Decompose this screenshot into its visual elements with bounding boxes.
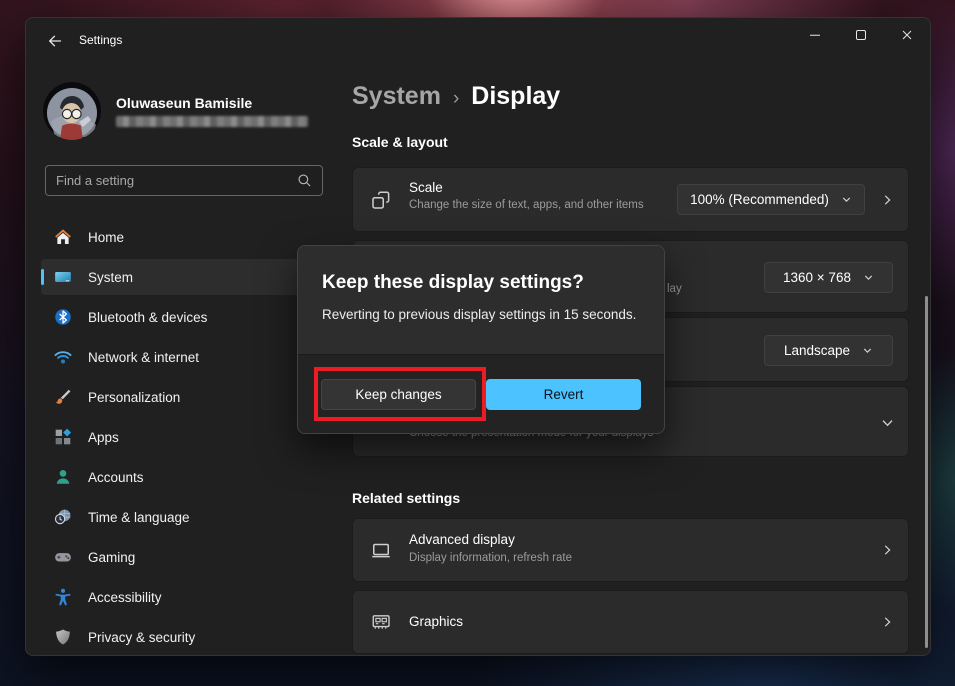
sidebar-item-network-internet[interactable]: Network & internet xyxy=(41,339,337,375)
advanced-display-card[interactable]: Advanced display Display information, re… xyxy=(352,518,909,582)
resolution-description-fragment: lay xyxy=(667,283,682,295)
minimize-button[interactable] xyxy=(792,18,838,52)
sidebar-item-label: Privacy & security xyxy=(88,629,196,645)
orientation-dropdown[interactable]: Landscape xyxy=(764,335,893,366)
close-button[interactable] xyxy=(884,18,930,52)
vertical-scrollbar[interactable] xyxy=(925,296,928,648)
network-icon xyxy=(54,348,72,366)
breadcrumb-separator-icon: › xyxy=(452,88,460,109)
accessibility-icon xyxy=(54,588,72,606)
section-related-settings: Related settings xyxy=(352,490,461,506)
sidebar-item-label: Accessibility xyxy=(88,589,162,605)
redacted-email xyxy=(116,116,308,127)
orientation-dropdown-value: Landscape xyxy=(783,343,851,358)
window-title: Settings xyxy=(79,33,123,47)
advanced-display-description: Display information, refresh rate xyxy=(409,552,572,564)
scale-description: Change the size of text, apps, and other… xyxy=(409,199,644,211)
personalization-icon xyxy=(54,388,72,406)
sidebar-item-apps[interactable]: Apps xyxy=(41,419,337,455)
chevron-right-icon xyxy=(880,615,894,629)
search-input[interactable] xyxy=(56,173,297,188)
sidebar-item-label: Accounts xyxy=(88,469,144,485)
graphics-card[interactable]: Graphics xyxy=(352,590,909,654)
chevron-down-icon xyxy=(841,194,852,205)
chevron-right-icon xyxy=(880,193,894,207)
search-icon xyxy=(297,173,312,188)
resolution-dropdown-value: 1360 × 768 xyxy=(783,270,851,285)
minimize-icon xyxy=(807,27,823,43)
sidebar-item-time-language[interactable]: Time & language xyxy=(41,499,337,535)
apps-icon xyxy=(54,428,72,446)
revert-button[interactable]: Revert xyxy=(486,378,641,410)
profile-name: Oluwaseun Bamisile xyxy=(116,95,253,111)
sidebar-item-label: Bluetooth & devices xyxy=(88,309,208,325)
breadcrumb: System › Display xyxy=(352,82,560,111)
chevron-right-icon xyxy=(880,543,894,557)
scale-card[interactable]: Scale Change the size of text, apps, and… xyxy=(352,167,909,232)
page-title: Display xyxy=(471,82,561,110)
titlebar: Settings xyxy=(26,18,930,64)
sidebar-item-label: Gaming xyxy=(88,549,136,565)
chevron-down-icon[interactable] xyxy=(880,415,894,429)
sidebar-item-label: Home xyxy=(88,229,125,245)
sidebar-item-home[interactable]: Home xyxy=(41,219,337,255)
sidebar-item-system[interactable]: System xyxy=(41,259,337,295)
sidebar-item-personalization[interactable]: Personalization xyxy=(41,379,337,415)
gaming-icon xyxy=(54,548,72,566)
back-button[interactable] xyxy=(40,26,70,56)
chevron-down-icon xyxy=(862,345,873,356)
graphics-card-icon xyxy=(371,612,391,632)
time-language-icon xyxy=(54,508,72,526)
accounts-icon xyxy=(54,468,72,486)
bluetooth-icon xyxy=(54,308,72,326)
search-box[interactable] xyxy=(45,165,323,196)
sidebar-item-label: System xyxy=(88,269,134,285)
resolution-dropdown[interactable]: 1360 × 768 xyxy=(764,262,893,293)
dialog-content: Keep these display settings? Reverting t… xyxy=(298,246,664,354)
sidebar-item-accessibility[interactable]: Accessibility xyxy=(41,579,337,615)
scale-dropdown[interactable]: 100% (Recommended) xyxy=(677,184,865,215)
keep-display-settings-dialog: Keep these display settings? Reverting t… xyxy=(297,245,665,434)
scale-icon xyxy=(371,190,391,210)
system-icon xyxy=(54,268,72,286)
sidebar-item-label: Personalization xyxy=(88,389,181,405)
breadcrumb-parent[interactable]: System xyxy=(352,82,441,111)
settings-window: Settings Oluwaseun Bamisile Find a setti… xyxy=(25,17,931,656)
sidebar-item-bluetooth-devices[interactable]: Bluetooth & devices xyxy=(41,299,337,335)
maximize-icon xyxy=(853,27,869,43)
chevron-down-icon xyxy=(863,272,874,283)
section-scale-layout: Scale & layout xyxy=(352,134,448,150)
back-arrow-icon xyxy=(47,33,63,49)
dialog-title: Keep these display settings? xyxy=(322,272,584,293)
sidebar-item-accounts[interactable]: Accounts xyxy=(41,459,337,495)
monitor-icon xyxy=(371,540,391,560)
advanced-display-title: Advanced display xyxy=(409,532,515,547)
avatar[interactable] xyxy=(43,82,101,140)
sidebar-item-gaming[interactable]: Gaming xyxy=(41,539,337,575)
sidebar-item-label: Network & internet xyxy=(88,349,200,365)
close-icon xyxy=(899,27,915,43)
maximize-button[interactable] xyxy=(838,18,884,52)
graphics-title: Graphics xyxy=(409,614,464,629)
privacy-security-icon xyxy=(54,628,72,646)
scale-dropdown-value: 100% (Recommended) xyxy=(690,192,829,207)
sidebar-nav: Home System Bluetooth & devices Network … xyxy=(41,219,337,655)
scale-title: Scale xyxy=(409,180,443,195)
sidebar-item-label: Apps xyxy=(88,429,119,445)
annotation-highlight-box xyxy=(314,367,486,421)
home-icon xyxy=(54,228,72,246)
sidebar-item-privacy-security[interactable]: Privacy & security xyxy=(41,619,337,655)
sidebar-item-label: Time & language xyxy=(88,509,190,525)
dialog-body: Reverting to previous display settings i… xyxy=(322,307,637,322)
